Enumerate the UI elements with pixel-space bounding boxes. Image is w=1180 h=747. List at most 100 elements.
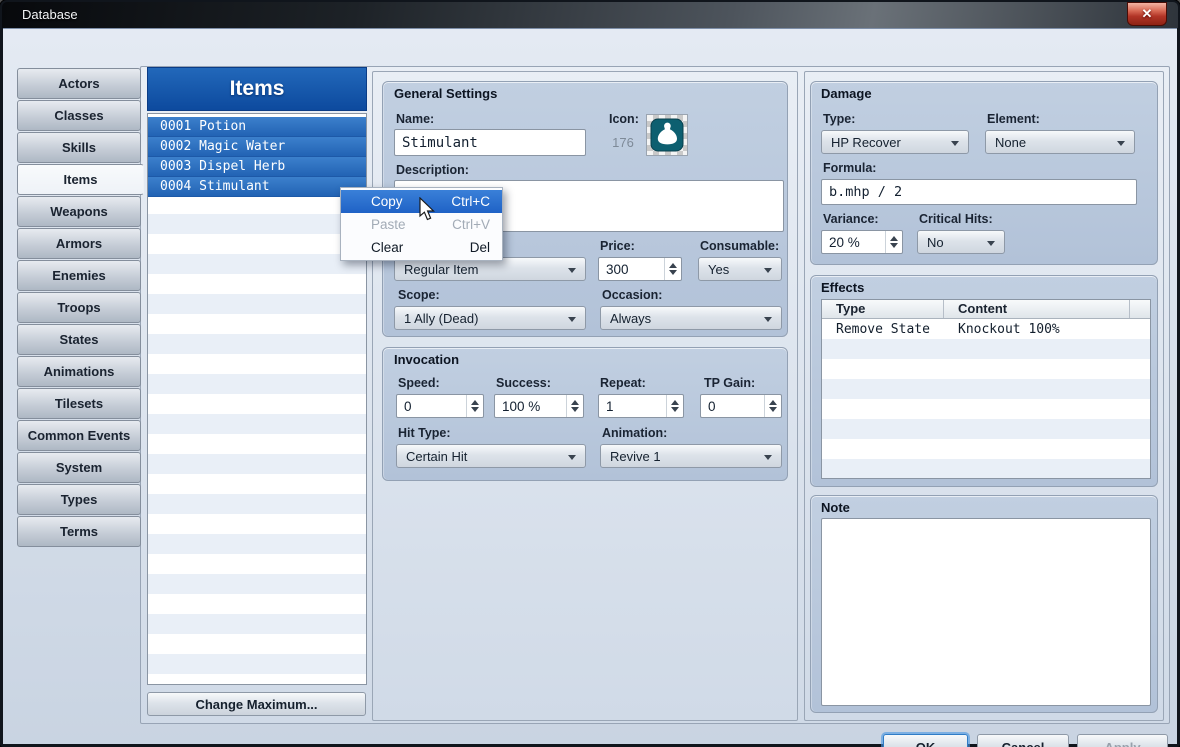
icon-index: 176 [605, 135, 641, 150]
effects-table-header: Type Content [822, 300, 1150, 319]
apply-button: Apply [1077, 734, 1168, 747]
tab-weapons[interactable]: Weapons [17, 196, 141, 227]
note-input[interactable] [821, 518, 1151, 706]
consumable-value: Yes [708, 262, 729, 277]
window-title: Database [22, 7, 78, 22]
cancel-button[interactable]: Cancel [977, 734, 1069, 747]
tab-types[interactable]: Types [17, 484, 141, 515]
speed-spinner[interactable]: 0 [396, 394, 484, 418]
animation-value: Revive 1 [610, 449, 661, 464]
tab-skills[interactable]: Skills [17, 132, 141, 163]
tab-label: Tilesets [55, 396, 103, 411]
damage-title: Damage [821, 86, 872, 101]
effects-col-spare [1130, 300, 1150, 318]
price-label: Price: [600, 239, 635, 253]
list-item-0002[interactable]: 0002 Magic Water [148, 137, 366, 157]
effect-row-content[interactable]: Knockout 100% [958, 322, 1060, 337]
context-menu-clear[interactable]: Clear Del [341, 236, 502, 259]
repeat-label: Repeat: [600, 376, 646, 390]
scope-select[interactable]: 1 Ally (Dead) [394, 306, 586, 330]
spinner-buttons[interactable] [885, 231, 902, 253]
general-settings-title: General Settings [394, 86, 497, 101]
consumable-select[interactable]: Yes [698, 257, 782, 281]
chevron-down-icon [568, 455, 576, 464]
effects-col-content: Content [944, 300, 1130, 318]
tp-gain-spinner[interactable]: 0 [700, 394, 782, 418]
occasion-label: Occasion: [602, 288, 662, 302]
spin-up-icon [769, 396, 777, 405]
spin-up-icon [471, 396, 479, 405]
title-bar[interactable]: Database [2, 2, 1178, 28]
hit-type-value: Certain Hit [406, 449, 467, 464]
hit-type-select[interactable]: Certain Hit [396, 444, 586, 468]
spinner-buttons[interactable] [664, 258, 681, 280]
tab-armors[interactable]: Armors [17, 228, 141, 259]
tab-system[interactable]: System [17, 452, 141, 483]
repeat-spinner[interactable]: 1 [598, 394, 684, 418]
spin-up-icon [669, 259, 677, 268]
list-item-0004[interactable]: 0004 Stimulant [148, 177, 366, 197]
change-maximum-button[interactable]: Change Maximum... [147, 692, 366, 716]
ok-button[interactable]: OK [883, 734, 968, 747]
spin-up-icon [671, 396, 679, 405]
effects-table-body[interactable]: Remove State Knockout 100% [822, 319, 1150, 478]
scope-label: Scope: [398, 288, 440, 302]
tab-common-events[interactable]: Common Events [17, 420, 141, 451]
tab-label: System [56, 460, 102, 475]
menu-item-label: Copy [371, 194, 403, 209]
spinner-buttons[interactable] [764, 395, 781, 417]
note-title: Note [821, 500, 850, 515]
spinner-buttons[interactable] [466, 395, 483, 417]
element-select[interactable]: None [985, 130, 1135, 154]
tab-label: Animations [44, 364, 115, 379]
variance-spinner[interactable]: 20 % [821, 230, 903, 254]
list-item-text: 0004 Stimulant [160, 179, 270, 194]
chevron-down-icon [1117, 141, 1125, 150]
tab-label: Types [61, 492, 98, 507]
spin-down-icon [890, 243, 898, 252]
context-menu: Copy Ctrl+C Paste Ctrl+V Clear Del [340, 187, 503, 261]
tab-items[interactable]: Items [17, 164, 144, 195]
damage-type-select[interactable]: HP Recover [821, 130, 969, 154]
effect-row-type[interactable]: Remove State [836, 322, 930, 337]
items-list[interactable] [147, 113, 367, 685]
list-item-0001[interactable]: 0001 Potion [148, 117, 366, 137]
spinner-buttons[interactable] [566, 395, 583, 417]
icon-label: Icon: [609, 112, 639, 126]
effects-table[interactable]: Type Content Remove State Knockout 100% [821, 299, 1151, 479]
occasion-select[interactable]: Always [600, 306, 782, 330]
success-spinner[interactable]: 100 % [494, 394, 584, 418]
list-item-0003[interactable]: 0003 Dispel Herb [148, 157, 366, 177]
name-input[interactable]: Stimulant [394, 129, 586, 156]
tab-label: Enemies [52, 268, 105, 283]
price-spinner[interactable]: 300 [598, 257, 682, 281]
tab-actors[interactable]: Actors [17, 68, 141, 99]
change-maximum-label: Change Maximum... [195, 697, 317, 712]
tab-states[interactable]: States [17, 324, 141, 355]
critical-hits-label: Critical Hits: [919, 212, 993, 226]
tab-tilesets[interactable]: Tilesets [17, 388, 141, 419]
tab-classes[interactable]: Classes [17, 100, 141, 131]
chevron-down-icon [764, 268, 772, 277]
success-label: Success: [496, 376, 551, 390]
formula-input[interactable]: b.mhp / 2 [821, 179, 1137, 205]
context-menu-copy[interactable]: Copy Ctrl+C [341, 190, 502, 213]
animation-select[interactable]: Revive 1 [600, 444, 782, 468]
list-item-text: 0001 Potion [160, 119, 246, 134]
tab-troops[interactable]: Troops [17, 292, 141, 323]
spin-down-icon [471, 407, 479, 416]
tab-enemies[interactable]: Enemies [17, 260, 141, 291]
ok-label: OK [916, 740, 936, 747]
spinner-buttons[interactable] [666, 395, 683, 417]
occasion-value: Always [610, 311, 651, 326]
spin-down-icon [671, 407, 679, 416]
critical-hits-select[interactable]: No [917, 230, 1005, 254]
tab-terms[interactable]: Terms [17, 516, 141, 547]
tab-animations[interactable]: Animations [17, 356, 141, 387]
spin-up-icon [890, 232, 898, 241]
hit-type-label: Hit Type: [398, 426, 451, 440]
icon-picker-button[interactable] [646, 114, 688, 156]
context-menu-paste: Paste Ctrl+V [341, 213, 502, 236]
chevron-down-icon [764, 317, 772, 326]
close-button[interactable]: ✕ [1127, 2, 1167, 26]
